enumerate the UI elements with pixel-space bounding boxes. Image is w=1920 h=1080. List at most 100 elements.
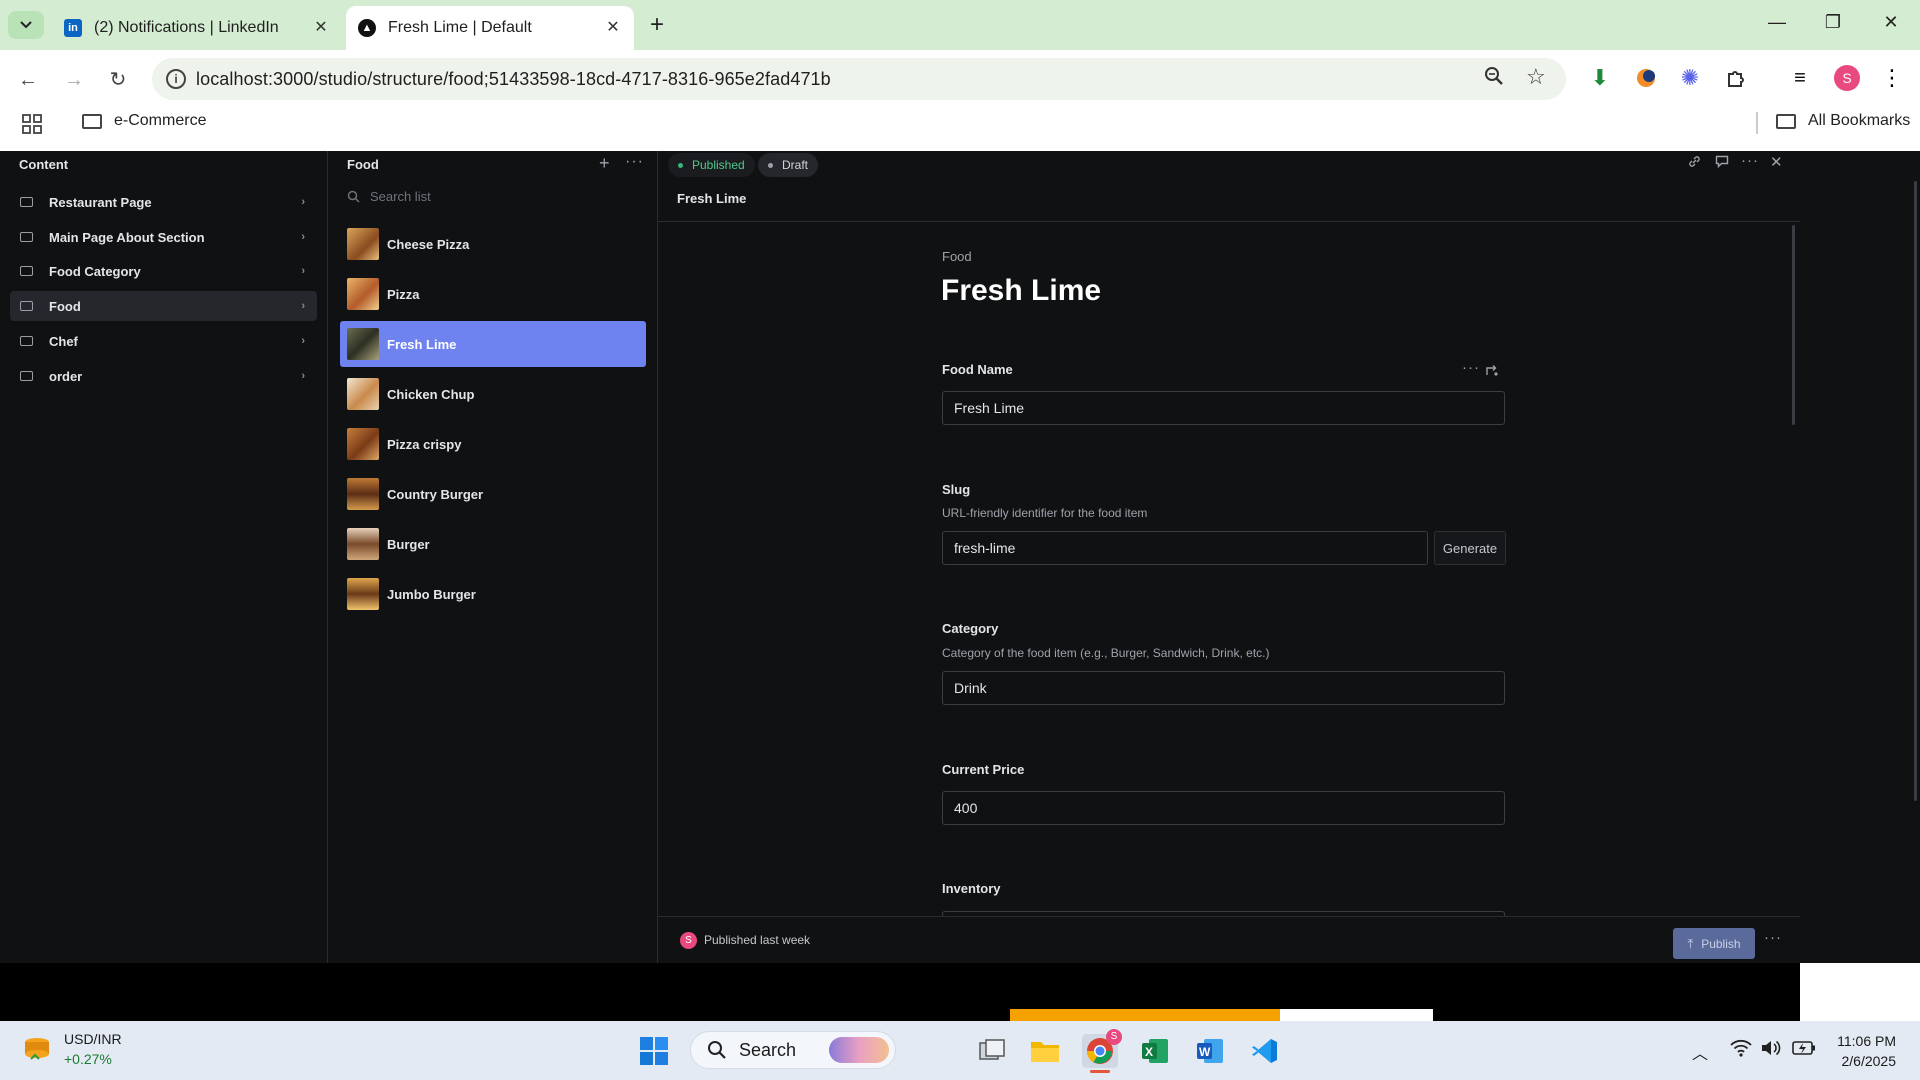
chrome-icon[interactable]: S	[1082, 1029, 1122, 1068]
page-scrollbar[interactable]	[1914, 181, 1917, 801]
close-tab-icon[interactable]: ✕	[312, 19, 330, 37]
list-item-country-burger[interactable]: Country Burger	[340, 471, 646, 517]
profile-avatar[interactable]: S	[1834, 65, 1860, 91]
document-type-label: Food	[942, 249, 972, 264]
extension-icon[interactable]	[1632, 64, 1660, 92]
document-breadcrumb-title: Fresh Lime	[677, 191, 747, 206]
current-price-input[interactable]: 400	[942, 791, 1505, 825]
nav-item-food-category[interactable]: Food Category ›	[10, 256, 317, 286]
active-indicator	[1090, 1070, 1110, 1073]
battery-icon[interactable]	[1792, 1040, 1816, 1061]
close-window-icon[interactable]: ✕	[1876, 12, 1906, 33]
list-item-label: Pizza	[387, 286, 420, 302]
list-item-jumbo-burger[interactable]: Jumbo Burger	[340, 571, 646, 617]
nav-item-order[interactable]: order ›	[10, 361, 317, 391]
category-input[interactable]: Drink	[942, 671, 1505, 705]
zoom-icon[interactable]	[1484, 66, 1504, 92]
chevron-right-icon: ›	[301, 231, 305, 243]
list-item-pizza[interactable]: Pizza	[340, 271, 646, 317]
food-thumbnail	[347, 228, 379, 260]
publish-button[interactable]: ⤒ Publish	[1673, 928, 1755, 959]
menu-kebab-icon[interactable]: ⋮	[1878, 64, 1906, 92]
list-item-fresh-lime[interactable]: Fresh Lime	[340, 321, 646, 367]
food-name-input[interactable]: Fresh Lime	[942, 391, 1505, 425]
reload-icon[interactable]: ↻	[104, 66, 132, 94]
footer-menu-icon[interactable]: ···	[1764, 929, 1782, 946]
tab-linkedin[interactable]: in (2) Notifications | LinkedIn ✕	[52, 6, 342, 50]
author-avatar: S	[680, 932, 697, 949]
status-published-tab[interactable]: Published	[668, 153, 755, 177]
new-tab-button[interactable]: +	[650, 12, 664, 38]
nav-item-main-page-about[interactable]: Main Page About Section ›	[10, 222, 317, 252]
nav-item-food[interactable]: Food ›	[10, 291, 317, 321]
bookmark-ecommerce[interactable]: e-Commerce	[82, 112, 206, 130]
minimize-icon[interactable]: —	[1762, 12, 1792, 33]
chevron-right-icon: ›	[301, 196, 305, 208]
vscode-icon[interactable]	[1247, 1034, 1283, 1068]
nav-item-restaurant-page[interactable]: Restaurant Page ›	[10, 187, 317, 217]
field-history-icon[interactable]	[1485, 363, 1499, 382]
close-pane-icon[interactable]: ✕	[1770, 153, 1783, 171]
list-item-label: Pizza crispy	[387, 436, 462, 452]
extensions-puzzle-icon[interactable]	[1722, 64, 1750, 92]
pane-menu-icon[interactable]: ···	[625, 153, 644, 171]
forward-arrow-icon[interactable]: →	[60, 66, 88, 94]
taskbar-search[interactable]: Search	[690, 1031, 896, 1069]
word-icon[interactable]: W	[1192, 1034, 1228, 1068]
apps-grid-icon[interactable]	[22, 114, 42, 139]
sparkle-extension-icon[interactable]: ✺	[1676, 64, 1704, 92]
list-item-cheese-pizza[interactable]: Cheese Pizza	[340, 221, 646, 267]
download-extension-icon[interactable]: ⬇	[1586, 64, 1614, 92]
windows-taskbar	[0, 1021, 1920, 1080]
publish-label: Publish	[1701, 936, 1741, 951]
tab-search-button[interactable]	[8, 11, 44, 39]
close-tab-icon[interactable]: ✕	[604, 19, 622, 37]
list-item-pizza-crispy[interactable]: Pizza crispy	[340, 421, 646, 467]
back-arrow-icon[interactable]: ←	[14, 66, 42, 94]
chevron-right-icon: ›	[301, 370, 305, 382]
list-item-chicken-chup[interactable]: Chicken Chup	[340, 371, 646, 417]
restore-icon[interactable]: ❐	[1818, 12, 1848, 33]
slug-input[interactable]: fresh-lime	[942, 531, 1428, 565]
site-info-icon[interactable]: i	[166, 69, 186, 89]
page-background	[1800, 963, 1920, 1021]
currency-widget-icon[interactable]	[22, 1033, 52, 1068]
field-menu-icon[interactable]: ···	[1462, 359, 1480, 376]
publish-arrow-icon: ⤒	[1687, 935, 1694, 951]
task-view-icon[interactable]	[974, 1034, 1010, 1068]
all-bookmarks[interactable]: All Bookmarks	[1776, 112, 1910, 130]
promo-banner	[1280, 1009, 1433, 1021]
windows-start-icon[interactable]	[636, 1034, 672, 1068]
food-thumbnail	[347, 578, 379, 610]
add-document-icon[interactable]: +	[599, 153, 610, 174]
food-thumbnail	[347, 278, 379, 310]
address-bar[interactable]: i localhost:3000/studio/structure/food;5…	[152, 58, 1566, 100]
link-icon[interactable]	[1688, 155, 1701, 171]
media-control-icon[interactable]: ≡	[1786, 64, 1814, 92]
document-title: Fresh Lime	[941, 274, 1102, 307]
excel-icon[interactable]: X	[1137, 1034, 1173, 1068]
document-menu-icon[interactable]: ···	[1741, 152, 1759, 169]
widget-title[interactable]: USD/INR	[64, 1031, 122, 1047]
system-clock[interactable]: 11:06 PM 2/6/2025	[1830, 1031, 1896, 1071]
sanity-icon: ▲	[358, 19, 376, 37]
show-hidden-icons[interactable]: ︿	[1692, 1040, 1708, 1064]
bookmark-label: e-Commerce	[114, 112, 207, 129]
pane-title: Food	[347, 157, 379, 172]
file-explorer-icon[interactable]	[1027, 1034, 1063, 1068]
folder-icon	[20, 301, 33, 311]
search-list-input[interactable]: Search list	[347, 189, 431, 204]
chevron-right-icon: ›	[301, 335, 305, 347]
food-thumbnail	[347, 478, 379, 510]
scrollbar[interactable]	[1792, 225, 1795, 425]
nav-item-chef[interactable]: Chef ›	[10, 326, 317, 356]
generate-slug-button[interactable]: Generate	[1434, 531, 1506, 565]
status-draft-tab[interactable]: Draft	[758, 153, 819, 177]
comment-icon[interactable]	[1715, 155, 1729, 171]
list-item-burger[interactable]: Burger	[340, 521, 646, 567]
bookmark-star-icon[interactable]: ☆	[1526, 64, 1546, 90]
linkedin-icon: in	[64, 19, 82, 37]
tab-fresh-lime[interactable]: ▲ Fresh Lime | Default ✕	[346, 6, 634, 50]
volume-icon[interactable]	[1760, 1038, 1782, 1063]
wifi-icon[interactable]	[1730, 1038, 1752, 1063]
